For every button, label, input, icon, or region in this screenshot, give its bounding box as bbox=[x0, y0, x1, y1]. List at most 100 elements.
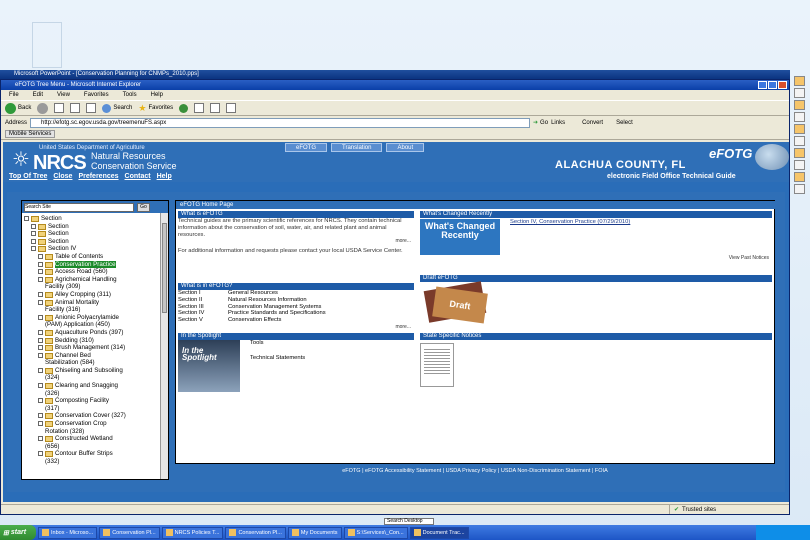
tree-item[interactable]: Conservation Practice bbox=[24, 260, 158, 269]
menu-favorites[interactable]: Favorites bbox=[84, 90, 109, 100]
refresh-icon[interactable] bbox=[70, 103, 81, 113]
tree-item[interactable]: Clearing and Snagging bbox=[24, 382, 158, 390]
what-is-in-more-link[interactable]: more... bbox=[178, 324, 414, 331]
taskbar-item[interactable]: S:\Services\_Con... bbox=[343, 526, 408, 539]
desktop-search-input[interactable]: Search Desktop bbox=[384, 518, 434, 525]
tree-item[interactable]: Chiseling and Subsoiling bbox=[24, 367, 158, 375]
taskbar-item[interactable]: NRCS Policies T... bbox=[161, 526, 224, 539]
tree-item[interactable]: Stabilization (584) bbox=[24, 359, 158, 367]
tree-item[interactable]: Conservation Crop bbox=[24, 420, 158, 428]
close-button[interactable] bbox=[778, 81, 787, 89]
nav-preferences[interactable]: Preferences bbox=[78, 173, 118, 180]
taskbar-item[interactable]: Conservation Pl... bbox=[99, 526, 160, 539]
tree-item[interactable]: Brush Management (314) bbox=[24, 344, 158, 352]
tab-about[interactable]: About bbox=[386, 143, 425, 152]
tree-item[interactable]: Composting Facility bbox=[24, 397, 158, 405]
forward-button[interactable] bbox=[37, 102, 49, 114]
expand-toggle-icon[interactable] bbox=[38, 352, 43, 358]
search-button[interactable]: Search bbox=[102, 103, 132, 113]
expand-toggle-icon[interactable] bbox=[24, 216, 29, 221]
tree-item[interactable]: Agrichemical Handling bbox=[24, 276, 158, 284]
tree-item[interactable]: Facility (316) bbox=[24, 306, 158, 314]
whats-changed-item[interactable]: Section IV, Conservation Practice (07/29… bbox=[510, 219, 630, 255]
draft-image[interactable]: Draft bbox=[420, 281, 490, 324]
expand-toggle-icon[interactable] bbox=[31, 238, 36, 244]
side-tool-icon[interactable] bbox=[794, 112, 805, 122]
menu-help[interactable]: Help bbox=[151, 90, 163, 100]
tree-item[interactable]: Section IV bbox=[24, 245, 158, 253]
expand-toggle-icon[interactable] bbox=[38, 269, 43, 275]
section-row[interactable]: Section V Conservation Effects bbox=[178, 317, 414, 324]
back-button[interactable]: Back bbox=[5, 102, 31, 114]
tree-item[interactable]: Aquaculture Ponds (397) bbox=[24, 329, 158, 337]
side-tool-icon[interactable] bbox=[794, 172, 805, 182]
what-is-efotg-more-link[interactable]: more... bbox=[178, 238, 414, 245]
expand-toggle-icon[interactable] bbox=[38, 253, 43, 259]
tree-item[interactable]: Alley Cropping (311) bbox=[24, 291, 158, 299]
convert-button[interactable]: Convert bbox=[582, 120, 603, 126]
menu-view[interactable]: View bbox=[57, 90, 70, 100]
tree-item[interactable]: Section bbox=[24, 230, 158, 238]
nav-contact[interactable]: Contact bbox=[125, 173, 151, 180]
mail-icon[interactable] bbox=[194, 103, 205, 113]
side-tool-icon[interactable] bbox=[794, 148, 805, 158]
expand-toggle-icon[interactable] bbox=[38, 398, 43, 404]
nav-help[interactable]: Help bbox=[157, 173, 172, 180]
mobile-services-link[interactable]: Mobile Services bbox=[5, 130, 56, 138]
expand-toggle-icon[interactable] bbox=[38, 261, 43, 267]
tree-item[interactable]: Animal Mortality bbox=[24, 299, 158, 307]
expand-toggle-icon[interactable] bbox=[38, 291, 43, 297]
tree-item[interactable]: Section bbox=[24, 223, 158, 231]
tree-item[interactable]: Rotation (328) bbox=[24, 428, 158, 436]
taskbar-item[interactable]: Inbox - Microso... bbox=[38, 526, 98, 539]
tree-item[interactable]: (317) bbox=[24, 405, 158, 413]
side-tool-icon[interactable] bbox=[794, 76, 805, 86]
side-tool-icon[interactable] bbox=[794, 124, 805, 134]
section-row[interactable]: Section I General Resources bbox=[178, 290, 414, 297]
view-past-notices-link[interactable]: View Past Notices bbox=[420, 255, 772, 262]
expand-toggle-icon[interactable] bbox=[38, 299, 43, 305]
side-tool-icon[interactable] bbox=[794, 184, 805, 194]
tab-translation[interactable]: Translation bbox=[331, 143, 383, 152]
tree-item[interactable]: Facility (309) bbox=[24, 283, 158, 291]
minimize-button[interactable] bbox=[758, 81, 767, 89]
start-button[interactable]: ⊞ start bbox=[0, 525, 36, 540]
tree-item[interactable]: (PAM) Application (450) bbox=[24, 321, 158, 329]
tree-item[interactable]: Section bbox=[24, 215, 158, 223]
tree-scroll-thumb[interactable] bbox=[162, 223, 167, 313]
expand-toggle-icon[interactable] bbox=[38, 383, 43, 389]
expand-toggle-icon[interactable] bbox=[38, 329, 43, 335]
document-thumbnail[interactable] bbox=[420, 343, 454, 387]
go-button[interactable]: ➜ Go bbox=[533, 119, 548, 127]
section-row[interactable]: Section III Conservation Management Syste… bbox=[178, 304, 414, 311]
favorites-button[interactable]: ★ Favorites bbox=[138, 103, 173, 114]
tree-item[interactable]: Bedding (310) bbox=[24, 337, 158, 345]
expand-toggle-icon[interactable] bbox=[31, 246, 36, 252]
tree-item[interactable]: Channel Bed bbox=[24, 352, 158, 360]
tree-search-input[interactable]: Search Site bbox=[24, 202, 134, 212]
stop-icon[interactable] bbox=[54, 103, 65, 113]
taskbar-item[interactable]: My Documents bbox=[287, 526, 342, 539]
tree-item[interactable]: Anionic Polyacrylamide bbox=[24, 314, 158, 322]
expand-toggle-icon[interactable] bbox=[38, 436, 43, 442]
tree-item[interactable]: Table of Contents bbox=[24, 253, 158, 261]
side-tool-icon[interactable] bbox=[794, 136, 805, 146]
spotlight-item-tools[interactable]: Tools bbox=[250, 340, 305, 347]
taskbar-item[interactable]: Conservation Pl... bbox=[225, 526, 286, 539]
tree-item[interactable]: (656) bbox=[24, 443, 158, 451]
maximize-button[interactable] bbox=[768, 81, 777, 89]
home-icon[interactable] bbox=[86, 103, 97, 113]
tree-item[interactable]: (324) bbox=[24, 374, 158, 382]
tree-search-go-button[interactable]: Go bbox=[137, 202, 150, 212]
tree-item[interactable]: Conservation Cover (327) bbox=[24, 412, 158, 420]
edit-icon[interactable] bbox=[226, 103, 237, 113]
tree-item[interactable]: (332) bbox=[24, 458, 158, 466]
section-row[interactable]: Section II Natural Resources Information bbox=[178, 297, 414, 304]
section-row[interactable]: Section IV Practice Standards and Specifi… bbox=[178, 310, 414, 317]
address-field[interactable]: http://efotg.sc.egov.usda.gov/treemenuFS… bbox=[30, 117, 531, 128]
menu-file[interactable]: File bbox=[9, 90, 19, 100]
expand-toggle-icon[interactable] bbox=[38, 337, 43, 343]
tree-item[interactable]: Section bbox=[24, 238, 158, 246]
links-label[interactable]: Links bbox=[551, 120, 565, 126]
history-icon[interactable] bbox=[179, 103, 189, 113]
